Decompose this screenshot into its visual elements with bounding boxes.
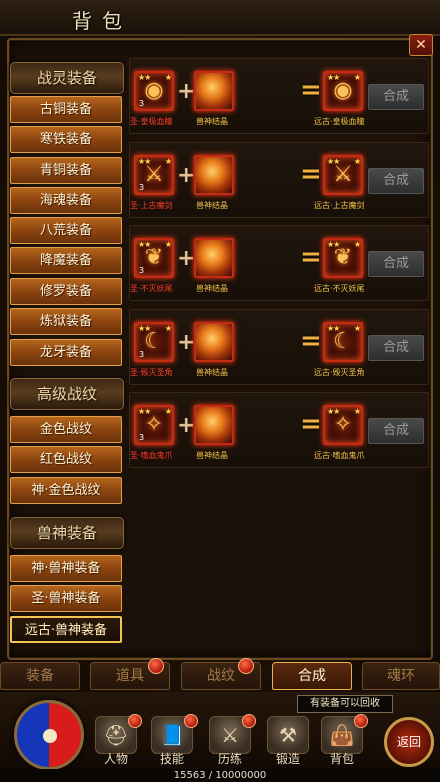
back-button[interactable]: 返回 — [384, 717, 434, 767]
material-name: 兽神结晶 — [196, 451, 228, 460]
equals-icon: = — [300, 75, 322, 105]
output-item-name: 远古·毁灭圣角 — [314, 368, 365, 377]
craft-button[interactable]: 合成 — [368, 168, 424, 194]
plus-icon: + — [177, 163, 196, 188]
sidebar-item[interactable]: 龙牙装备 — [10, 339, 122, 366]
material-name: 兽神结晶 — [196, 117, 228, 126]
notification-dot-icon — [354, 714, 368, 728]
material-name: 兽神结晶 — [196, 201, 228, 210]
yin-yang-orb-icon[interactable] — [14, 700, 84, 770]
category-header-shoushen[interactable]: 兽神装备 — [10, 517, 124, 549]
material-name: 兽神结晶 — [196, 284, 228, 293]
recycle-tooltip: 有装备可以回收 — [297, 695, 393, 713]
recipe-row: ⚔ ★★ ★ 3 + = ⚔ ★★ ★ 合成 圣·上古魔剑 兽神结晶 远古·上古魔剑 — [129, 142, 429, 218]
sword-icon[interactable]: ⚔ ★★ ★ 3 — [134, 155, 174, 195]
sidebar-item[interactable]: 青铜装备 — [10, 157, 122, 184]
title-bar: 背包 — [0, 0, 440, 36]
menu-label: 技能 — [159, 752, 184, 766]
sidebar-item[interactable]: 寒铁装备 — [10, 126, 122, 153]
sword-icon[interactable]: ⚔ ★★ ★ — [323, 155, 363, 195]
beast-crystal-icon[interactable] — [194, 322, 234, 362]
horn-icon[interactable]: ☾ ★★ ★ 3 — [134, 322, 174, 362]
tail-icon[interactable]: ❦ ★★ ★ — [323, 238, 363, 278]
beast-crystal-icon[interactable] — [194, 405, 234, 445]
beast-crystal-icon[interactable] — [194, 71, 234, 111]
sidebar-item[interactable]: 八荒装备 — [10, 217, 122, 244]
tab-equipment[interactable]: 装备 — [0, 662, 80, 690]
sidebar-item[interactable]: 神·兽神装备 — [10, 555, 122, 582]
horn-icon[interactable]: ☾ ★★ ★ — [323, 322, 363, 362]
menu-label: 锻造 — [275, 752, 300, 766]
input-item-name: 圣·毁灭圣角 — [130, 368, 173, 377]
input-item-name: 圣·不灭妖尾 — [130, 284, 173, 293]
beast-crystal-icon[interactable] — [194, 155, 234, 195]
material-name: 兽神结晶 — [196, 368, 228, 377]
equals-icon: = — [300, 409, 322, 439]
category-header-zhanling[interactable]: 战灵装备 — [10, 62, 124, 94]
anvil-icon: ⚒ — [267, 716, 309, 754]
experience-readout: 15563 / 10000000 — [0, 769, 440, 782]
tab-synthesis[interactable]: 合成 — [272, 662, 352, 690]
equals-icon: = — [300, 326, 322, 356]
menu-label: 历练 — [217, 752, 242, 766]
recipe-row: ☾ ★★ ★ 3 + = ☾ ★★ ★ 合成 圣·毁灭圣角 兽神结晶 远古·毁灭圣角 — [129, 309, 429, 385]
window-title: 背包 — [72, 9, 132, 33]
item-level: 3 — [139, 350, 145, 359]
menu-label: 人物 — [103, 752, 128, 766]
sidebar-item[interactable]: 金色战纹 — [10, 416, 122, 443]
sidebar-item[interactable]: 神·金色战纹 — [10, 477, 122, 504]
sidebar-item-selected[interactable]: 远古·兽神装备 — [10, 616, 122, 643]
craft-button[interactable]: 合成 — [368, 251, 424, 277]
plus-icon: + — [177, 246, 196, 271]
sidebar-item[interactable]: 圣·兽神装备 — [10, 585, 122, 612]
equals-icon: = — [300, 242, 322, 272]
notification-dot-icon — [242, 714, 256, 728]
notification-dot-icon — [238, 658, 254, 674]
sidebar-item[interactable]: 修罗装备 — [10, 278, 122, 305]
plus-icon: + — [177, 79, 196, 104]
close-button[interactable]: ✕ — [409, 34, 433, 56]
sidebar-item[interactable]: 红色战纹 — [10, 446, 122, 473]
craft-button[interactable]: 合成 — [368, 335, 424, 361]
tail-icon[interactable]: ❦ ★★ ★ 3 — [134, 238, 174, 278]
item-level: 3 — [139, 183, 145, 192]
beast-crystal-icon[interactable] — [194, 238, 234, 278]
menu-label: 背包 — [329, 752, 354, 766]
recipe-row: ❦ ★★ ★ 3 + = ❦ ★★ ★ 合成 圣·不灭妖尾 兽神结晶 远古·不灭妖尾 — [129, 225, 429, 301]
craft-button[interactable]: 合成 — [368, 84, 424, 110]
output-item-name: 远古·皇极血瞳 — [314, 117, 365, 126]
menu-forge[interactable]: ⚒ 锻造 — [264, 716, 312, 766]
craft-button[interactable]: 合成 — [368, 418, 424, 444]
claw-icon[interactable]: ✧ ★★ ★ — [323, 405, 363, 445]
equals-icon: = — [300, 159, 322, 189]
eye-amulet-icon[interactable]: ◉ ★★ ★ 3 — [134, 71, 174, 111]
claw-icon[interactable]: ✧ ★★ ★ 3 — [134, 405, 174, 445]
notification-dot-icon — [184, 714, 198, 728]
output-item-name: 远古·上古魔剑 — [314, 201, 365, 210]
plus-icon: + — [177, 413, 196, 438]
item-level: 3 — [139, 99, 145, 108]
tab-soul-ring[interactable]: 魂环 — [362, 662, 440, 690]
game-window: 背包 ✕ 战灵装备 古铜装备 寒铁装备 青铜装备 海魂装备 八荒装备 降魔装备 … — [0, 0, 440, 782]
output-item-name: 远古·嗜血鬼爪 — [314, 451, 365, 460]
recipe-row: ✧ ★★ ★ 3 + = ✧ ★★ ★ 合成 圣·嗜血鬼爪 兽神结晶 远古·嗜血鬼爪 — [129, 392, 429, 468]
item-level: 3 — [139, 266, 145, 275]
sidebar-item[interactable]: 降魔装备 — [10, 247, 122, 274]
category-header-zhanwen[interactable]: 高级战纹 — [10, 378, 124, 410]
recipe-row: ◉ ★★ ★ 3 + = ◉ ★★ ★ 合成 圣·皇极血瞳 兽神结晶 远古·皇极血瞳 — [129, 58, 429, 134]
sidebar-item[interactable]: 古铜装备 — [10, 96, 122, 123]
input-item-name: 圣·皇极血瞳 — [130, 117, 173, 126]
eye-amulet-icon[interactable]: ◉ ★★ ★ — [323, 71, 363, 111]
input-item-name: 圣·上古魔剑 — [130, 201, 173, 210]
plus-icon: + — [177, 330, 196, 355]
sidebar-item[interactable]: 海魂装备 — [10, 187, 122, 214]
sidebar-item[interactable]: 炼狱装备 — [10, 308, 122, 335]
input-item-name: 圣·嗜血鬼爪 — [130, 451, 173, 460]
notification-dot-icon — [128, 714, 142, 728]
output-item-name: 远古·不灭妖尾 — [314, 284, 365, 293]
item-level: 3 — [139, 433, 145, 442]
notification-dot-icon — [148, 658, 164, 674]
